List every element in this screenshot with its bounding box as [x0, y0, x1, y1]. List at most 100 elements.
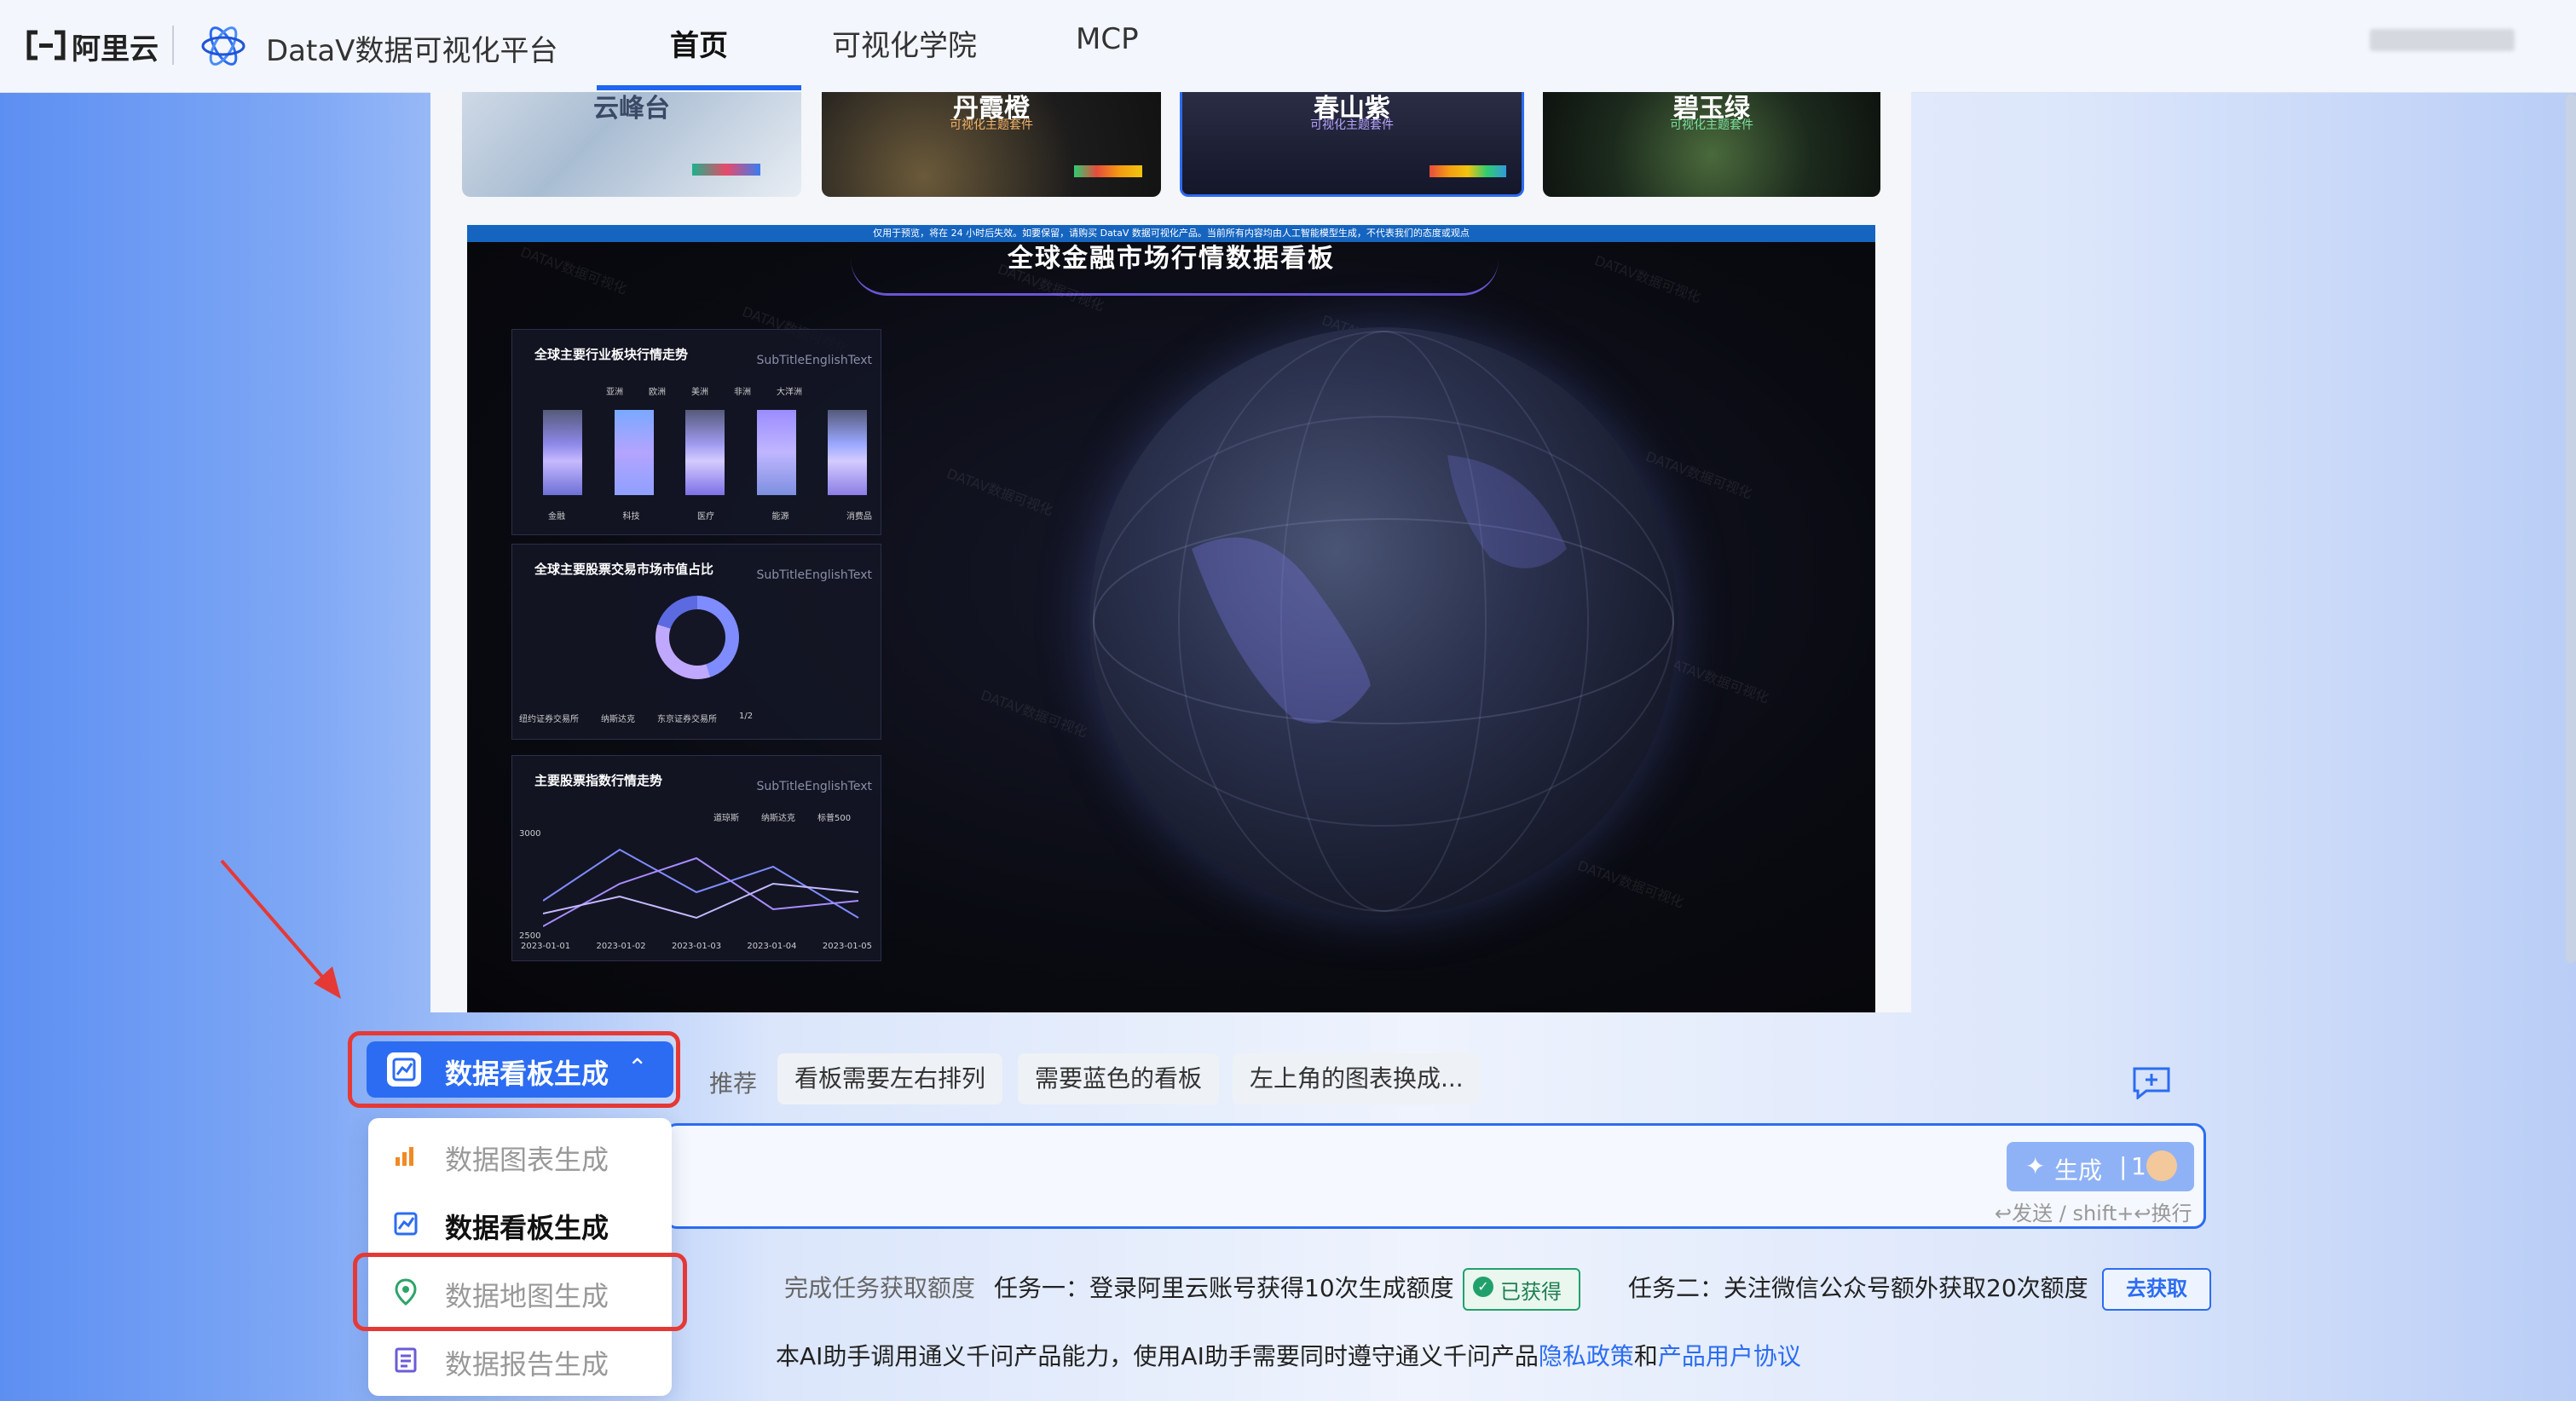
template-subtitle: 可视化主题套件 — [1670, 118, 1753, 132]
donut-chart — [656, 596, 739, 679]
suggestion-chip[interactable]: 需要蓝色的看板 — [1018, 1053, 1220, 1104]
chart-card-market-share: 全球主要股票交易市场市值占比 SubTitleEnglishText 纽约证券交… — [511, 544, 881, 740]
x-tick: 2023-01-02 — [596, 942, 646, 951]
disclaimer-text: 本AI助手调用通义千问产品能力，使用AI助手需要同时遵守通义千问产品 — [776, 1342, 1539, 1370]
sparkle-icon: ✦ — [2025, 1152, 2046, 1180]
x-tick: 能源 — [771, 512, 789, 522]
y-tick: 2500 — [519, 931, 541, 941]
card-subtitle: SubTitleEnglishText — [756, 354, 872, 367]
check-circle-icon: ✓ — [1473, 1277, 1493, 1297]
y-tick: 3000 — [519, 829, 541, 839]
task-two-get-button[interactable]: 去获取 — [2102, 1268, 2211, 1311]
x-tick: 金融 — [548, 512, 565, 522]
x-axis-labels: 2023-01-01 2023-01-02 2023-01-03 2023-01… — [521, 942, 872, 951]
legend-item: 纽约证券交易所 — [519, 715, 579, 724]
annotation-arrow-icon — [220, 859, 341, 999]
chart-legend: 道琼斯 纳斯达克 标普500 — [713, 810, 851, 823]
status-text: 已获得 — [1500, 1280, 1562, 1304]
generate-count: 1 — [2131, 1152, 2146, 1180]
legend-item: 纳斯达克 — [601, 715, 635, 724]
card-title: 全球主要股票交易市场市值占比 — [534, 562, 714, 577]
aliyun-logo-text[interactable]: 阿里云 — [72, 26, 159, 67]
dashboard-preview: 仅用于预览，将在 24 小时后失效。如要保留，请购买 DataV 数据可视化产品… — [467, 225, 1875, 1012]
bar — [685, 410, 725, 495]
prompt-input[interactable] — [665, 1123, 2206, 1229]
nav-academy[interactable]: 可视化学院 — [832, 22, 977, 64]
chart-legend: 纽约证券交易所 纳斯达克 东京证券交易所 1/2 — [519, 712, 753, 724]
privacy-policy-link[interactable]: 隐私政策 — [1539, 1342, 1634, 1370]
annotation-highlight-box — [353, 1253, 687, 1331]
template-thumb-chunshan-selected[interactable]: 春山紫 可视化主题套件 — [1180, 92, 1524, 197]
chart-legend: 亚洲 欧洲 美洲 非洲 大洋洲 — [606, 384, 802, 397]
user-account-blurred[interactable] — [2370, 29, 2515, 51]
x-tick: 科技 — [622, 512, 640, 522]
stacked-bars — [543, 410, 867, 495]
generate-label: 生成 — [2054, 1156, 2103, 1185]
menu-item-label: 数据报告生成 — [445, 1348, 609, 1381]
template-subtitle: 可视化主题套件 — [950, 118, 1033, 132]
disclaimer-and: 和 — [1633, 1342, 1658, 1370]
legend-item: 大洋洲 — [777, 388, 802, 397]
menu-item-report[interactable]: 数据报告生成 — [368, 1326, 672, 1394]
nav-home[interactable]: 首页 — [670, 22, 728, 64]
legend-item: 欧洲 — [649, 388, 666, 397]
legend-item: 非洲 — [734, 388, 751, 397]
menu-item-label: 数据图表生成 — [445, 1144, 609, 1176]
divider — [172, 26, 174, 65]
menu-item-label: 数据看板生成 — [445, 1212, 609, 1244]
user-agreement-link[interactable]: 产品用户协议 — [1658, 1342, 1801, 1370]
mode-selector-button[interactable]: 数据看板生成 ⌃ — [367, 1041, 673, 1098]
generate-button[interactable]: ✦ 生成 | 1 — [2007, 1142, 2194, 1191]
report-icon — [395, 1347, 417, 1373]
top-navigation-bar: 阿里云 DataV数据可视化平台 首页 可视化学院 MCP — [0, 0, 2576, 93]
legend-item: 东京证券交易所 — [657, 715, 717, 724]
dashboard-icon — [387, 1052, 421, 1087]
dashboard-title: 全球金融市场行情数据看板 — [1008, 244, 1335, 274]
template-title: 云峰台 — [593, 94, 670, 124]
x-tick: 2023-01-01 — [521, 942, 571, 951]
dashboard-icon — [394, 1212, 418, 1236]
platform-title[interactable]: DataV数据可视化平台 — [266, 27, 557, 69]
bar — [614, 410, 654, 495]
template-thumb-yunfeng[interactable]: 云峰台 — [462, 92, 801, 197]
template-color-swatches — [1430, 165, 1506, 177]
watermark: DATAV数据可视化 — [979, 687, 1089, 741]
task-one-status-badge: ✓ 已获得 — [1463, 1268, 1580, 1311]
menu-item-dashboard[interactable]: 数据看板生成 — [368, 1190, 672, 1258]
suggestion-chip[interactable]: 看板需要左右排列 — [777, 1053, 1003, 1104]
bar — [756, 410, 796, 495]
new-chat-icon[interactable] — [2131, 1065, 2172, 1099]
coin-icon — [2146, 1150, 2177, 1181]
donut-hole — [669, 609, 725, 666]
globe-visual — [1089, 327, 1678, 915]
template-thumb-biyu[interactable]: 碧玉绿 可视化主题套件 — [1543, 92, 1880, 197]
nav-mcp[interactable]: MCP — [1076, 22, 1139, 56]
menu-item-chart[interactable]: 数据图表生成 — [368, 1121, 672, 1190]
bar-chart-icon — [396, 1147, 413, 1166]
x-tick: 2023-01-04 — [747, 942, 797, 951]
task-one-text: 任务一：登录阿里云账号获得10次生成额度 — [994, 1274, 1454, 1302]
suggestion-chip[interactable]: 左上角的图表换成... — [1233, 1053, 1481, 1104]
mode-selector-label: 数据看板生成 — [445, 1058, 609, 1090]
disclaimer: 本AI助手调用通义千问产品能力，使用AI助手需要同时遵守通义千问产品隐私政策和产… — [776, 1338, 1801, 1372]
task-intro: 完成任务获取额度 — [784, 1274, 976, 1302]
bar — [543, 410, 582, 495]
datav-logo-icon[interactable] — [198, 20, 249, 72]
globe-grid — [1093, 331, 1674, 912]
x-axis-labels: 金融 科技 医疗 能源 消费品 — [548, 509, 872, 522]
aliyun-logo-icon[interactable] — [26, 29, 66, 61]
template-color-swatches — [1074, 165, 1142, 177]
card-subtitle: SubTitleEnglishText — [756, 568, 872, 582]
legend-pager[interactable]: 1/2 — [739, 712, 753, 724]
chevron-up-icon: ⌃ — [627, 1053, 648, 1081]
send-hint: ↩发送 / shift+↩换行 — [1995, 1202, 2192, 1225]
task-two-text: 任务二：关注微信公众号额外获取20次额度 — [1628, 1274, 2088, 1302]
legend-item: 道琼斯 — [713, 814, 739, 823]
recommend-label: 推荐 — [709, 1069, 758, 1098]
legend-item: 标普500 — [817, 814, 852, 823]
page-scrollbar[interactable] — [2566, 94, 2576, 963]
x-tick: 2023-01-03 — [671, 942, 722, 951]
template-thumb-danxia[interactable]: 丹霞橙 可视化主题套件 — [822, 92, 1161, 197]
legend-item: 亚洲 — [606, 388, 623, 397]
watermark: DATAV数据可视化 — [944, 465, 1055, 519]
